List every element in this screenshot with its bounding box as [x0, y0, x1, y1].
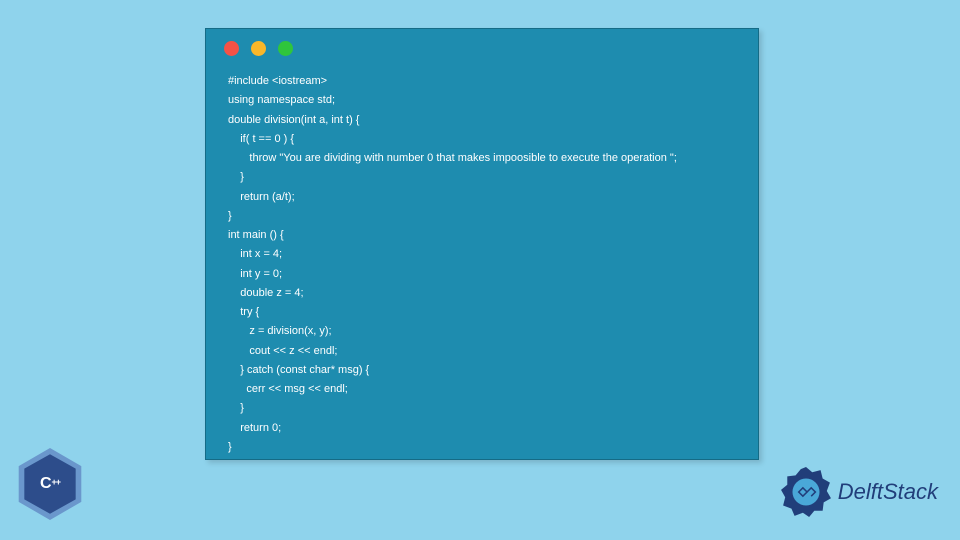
window-controls — [206, 29, 758, 60]
code-window: #include <iostream> using namespace std;… — [205, 28, 759, 460]
maximize-icon[interactable] — [278, 41, 293, 56]
code-content: #include <iostream> using namespace std;… — [206, 60, 758, 469]
cpp-label: C++ — [40, 475, 60, 493]
gear-icon — [780, 466, 832, 518]
brand-name: DelftStack — [838, 479, 938, 505]
minimize-icon[interactable] — [251, 41, 266, 56]
cpp-letter: C — [40, 475, 52, 493]
brand-logo: DelftStack — [780, 466, 938, 518]
cpp-badge: C++ — [18, 448, 82, 520]
close-icon[interactable] — [224, 41, 239, 56]
cpp-plus: ++ — [52, 477, 61, 487]
